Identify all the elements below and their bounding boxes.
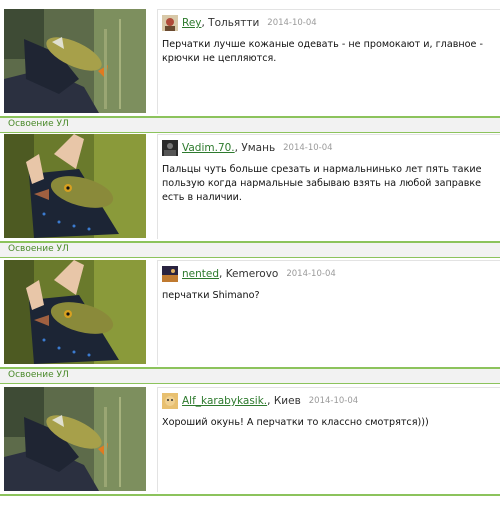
author-location: , Тольятти [201, 17, 260, 29]
comment-date: 2014-10-04 [283, 143, 333, 153]
tag-bar: Освоение УЛ [0, 243, 500, 257]
comment-block: nented , Kemerovo 2014-10-04 перчатки Sh… [157, 260, 500, 365]
comment-header: nented , Kemerovo 2014-10-04 [162, 266, 336, 282]
comment-date: 2014-10-04 [308, 396, 359, 406]
comment-text: перчатки Shimano? [162, 290, 260, 301]
feed-entry: nented , Kemerovo 2014-10-04 перчатки Sh… [0, 260, 500, 384]
user-avatar-icon[interactable] [162, 15, 178, 31]
comment-header: Rey , Тольятти 2014-10-04 [162, 15, 317, 31]
comment-block: Rey , Тольятти 2014-10-04 Перчатки лучше… [157, 9, 500, 114]
comment-feed: Rey , Тольятти 2014-10-04 Перчатки лучше… [0, 0, 500, 496]
author-link[interactable]: Rey [182, 17, 202, 29]
category-link[interactable]: Освоение УЛ [8, 370, 69, 380]
divider [0, 494, 500, 496]
user-avatar-icon[interactable] [162, 393, 178, 409]
comment-block: Vadim.70. , Умань 2014-10-04 Пальцы чуть… [157, 134, 500, 239]
fish-photo[interactable] [4, 387, 146, 491]
author-link[interactable]: Alf_karabykasik. [182, 395, 267, 407]
author-location: , Умань [234, 142, 276, 154]
fish-photo[interactable] [4, 9, 146, 113]
comment-header: Vadim.70. , Умань 2014-10-04 [162, 140, 333, 156]
comment-text: Хороший окунь! А перчатки то классно смо… [162, 417, 429, 428]
author-location: , Киев [267, 395, 301, 407]
author-link[interactable]: Vadim.70. [182, 142, 235, 154]
divider [0, 383, 500, 384]
author-location: , Kemerovo [219, 268, 279, 280]
author-link[interactable]: nented [182, 268, 219, 280]
comment-header: Alf_karabykasik. , Киев 2014-10-04 [162, 393, 358, 409]
fish-photo[interactable] [4, 260, 146, 364]
comment-text: Пальцы чуть больше срезать и нармальнинь… [162, 164, 482, 203]
feed-entry: Rey , Тольятти 2014-10-04 Перчатки лучше… [0, 9, 500, 133]
category-link[interactable]: Освоение УЛ [8, 244, 69, 254]
user-avatar-icon[interactable] [162, 140, 178, 156]
category-link[interactable]: Освоение УЛ [8, 119, 69, 129]
feed-entry: Vadim.70. , Умань 2014-10-04 Пальцы чуть… [0, 134, 500, 258]
tag-bar: Освоение УЛ [0, 118, 500, 132]
comment-date: 2014-10-04 [286, 269, 336, 279]
user-avatar-icon[interactable] [162, 266, 178, 282]
divider [0, 257, 500, 258]
comment-text: Перчатки лучше кожаные одевать - не пром… [162, 39, 483, 64]
feed-entry: Alf_karabykasik. , Киев 2014-10-04 Хорош… [0, 387, 500, 511]
comment-date: 2014-10-04 [267, 18, 317, 28]
divider [0, 132, 500, 133]
fish-photo[interactable] [4, 134, 146, 238]
comment-block: Alf_karabykasik. , Киев 2014-10-04 Хорош… [157, 387, 500, 492]
tag-bar: Освоение УЛ [0, 369, 500, 383]
